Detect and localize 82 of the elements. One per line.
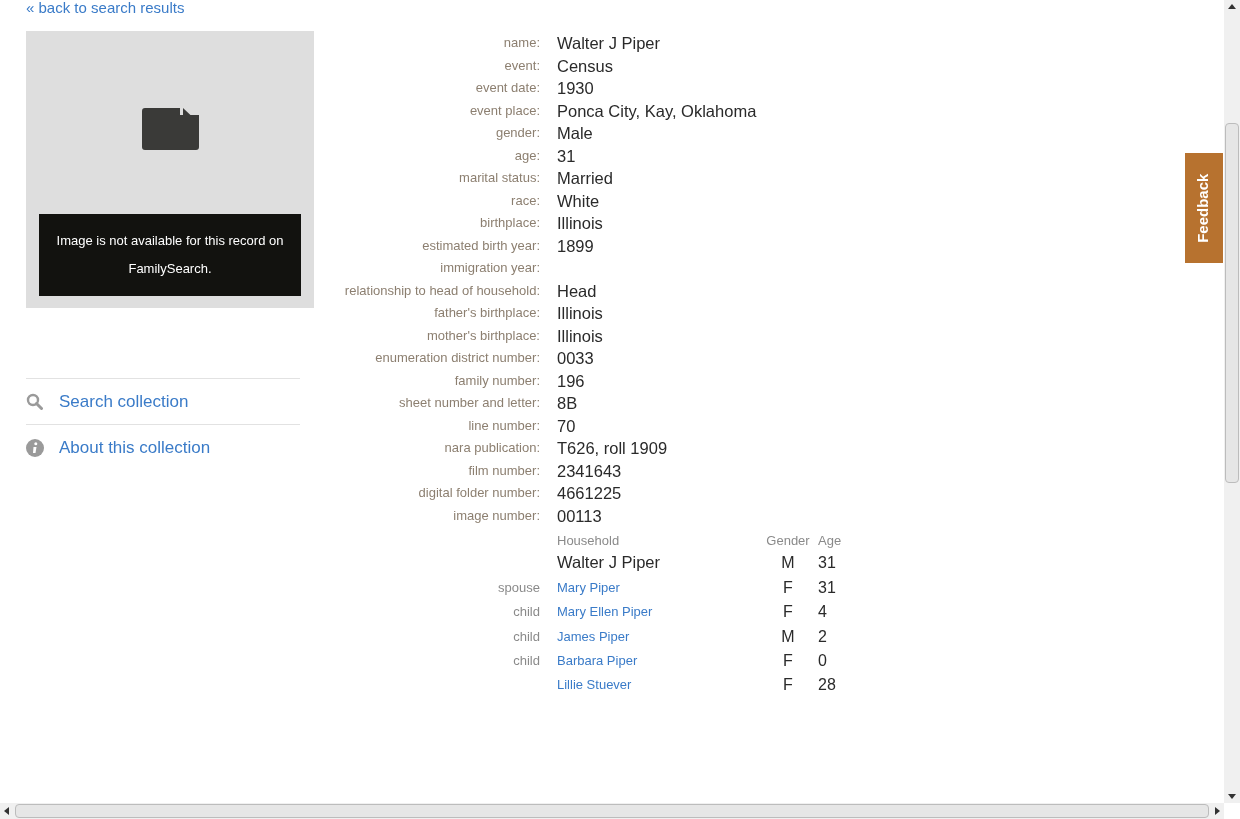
field-label: event: (503, 56, 540, 75)
field-label: enumeration district number: (374, 349, 540, 367)
vertical-scrollbar[interactable] (1224, 0, 1240, 803)
column-header: Age (817, 532, 843, 550)
field-label: estimated birth year: (421, 236, 540, 255)
field-value: Illinois (557, 325, 604, 347)
field-label: gender: (494, 124, 540, 142)
field-value: T626, roll 1909 (557, 438, 669, 459)
member-link[interactable]: Barbara Piper (557, 653, 638, 668)
field-value: 1899 (557, 235, 595, 257)
gender-cell-text: F (782, 577, 794, 598)
collection-link[interactable]: Search collection (59, 388, 189, 415)
gender-cell-text: F (782, 602, 794, 622)
relationship-label: child (513, 604, 540, 619)
scroll-up-icon[interactable] (1228, 4, 1236, 9)
field-label: immigration year: (439, 259, 540, 277)
field-label: race: (510, 191, 540, 210)
field-label: event place: (468, 101, 540, 120)
image-unavailable-message: Image is not available for this record on FamilySearch. (39, 214, 301, 296)
field-label: mother's birthplace: (425, 326, 540, 345)
field-label: relationship to head of household: (343, 281, 540, 300)
collection-link[interactable]: About this collection (59, 435, 211, 461)
scroll-down-icon[interactable] (1228, 794, 1236, 799)
field-value: 8B (557, 393, 579, 414)
field-label: event date: (474, 79, 540, 97)
gender-cell-text: M (780, 626, 796, 647)
field-value: Ponca City, Kay, Oklahoma (557, 100, 758, 122)
field-label: family number: (453, 371, 540, 390)
age-cell-text: 2 (817, 626, 828, 647)
field-value: Illinois (557, 303, 604, 324)
field-label: father's birthplace: (433, 304, 540, 322)
field-value: 1930 (557, 78, 595, 99)
scrollbar-thumb[interactable] (1225, 123, 1239, 483)
gender-cell-text: M (780, 553, 796, 573)
member-link[interactable]: Mary Piper (557, 579, 620, 595)
field-value: 4661225 (557, 483, 623, 504)
column-header: Household (557, 532, 621, 550)
field-value: Walter J Piper (557, 33, 661, 54)
age-cell-text: 31 (817, 577, 837, 598)
age-cell-text: 0 (817, 651, 828, 671)
member-name: Walter J Piper (557, 553, 660, 571)
relationship-label: spouse (498, 579, 540, 595)
member-link[interactable]: Mary Ellen Piper (557, 604, 653, 619)
field-value: 70 (557, 415, 577, 437)
field-label: image number: (452, 506, 540, 525)
info-icon (26, 439, 44, 457)
feedback-tab[interactable]: Feedback (1185, 153, 1223, 263)
field-label: name: (502, 34, 540, 52)
relationship-label: child (513, 628, 540, 644)
age-cell-text: 31 (817, 553, 837, 573)
field-value: 196 (557, 370, 586, 392)
field-label: sheet number and letter: (398, 394, 540, 412)
field-value: 2341643 (557, 460, 623, 482)
gender-cell-text: F (782, 651, 794, 671)
field-value: Census (557, 55, 614, 77)
document-icon (141, 108, 199, 150)
field-value: Illinois (557, 213, 604, 234)
field-value: Head (557, 280, 598, 302)
member-link[interactable]: Lillie Stuever (557, 676, 632, 692)
field-label: digital folder number: (417, 484, 540, 502)
field-label: film number: (467, 461, 540, 480)
gender-cell-text: F (782, 674, 794, 695)
field-value: Male (557, 123, 594, 144)
relationship-label: child (513, 653, 540, 668)
field-value: 00113 (557, 505, 603, 527)
search-icon (26, 393, 43, 410)
age-cell-text: 4 (817, 602, 828, 622)
age-cell-text: 28 (817, 674, 837, 695)
field-value: 0033 (557, 348, 595, 369)
field-value: 31 (557, 145, 577, 167)
scroll-left-icon[interactable] (4, 807, 9, 815)
field-value: Married (557, 168, 614, 189)
field-label: marital status: (458, 169, 540, 187)
field-label: age: (513, 146, 540, 165)
member-link[interactable]: James Piper (557, 628, 630, 644)
field-label: birthplace: (479, 214, 540, 232)
column-header: Gender (765, 532, 811, 550)
back-link[interactable]: « back to search results (26, 0, 185, 16)
field-value: White (557, 190, 601, 212)
field-label: line number: (467, 416, 540, 435)
scroll-right-icon[interactable] (1215, 807, 1220, 815)
field-label: nara publication: (443, 439, 540, 457)
